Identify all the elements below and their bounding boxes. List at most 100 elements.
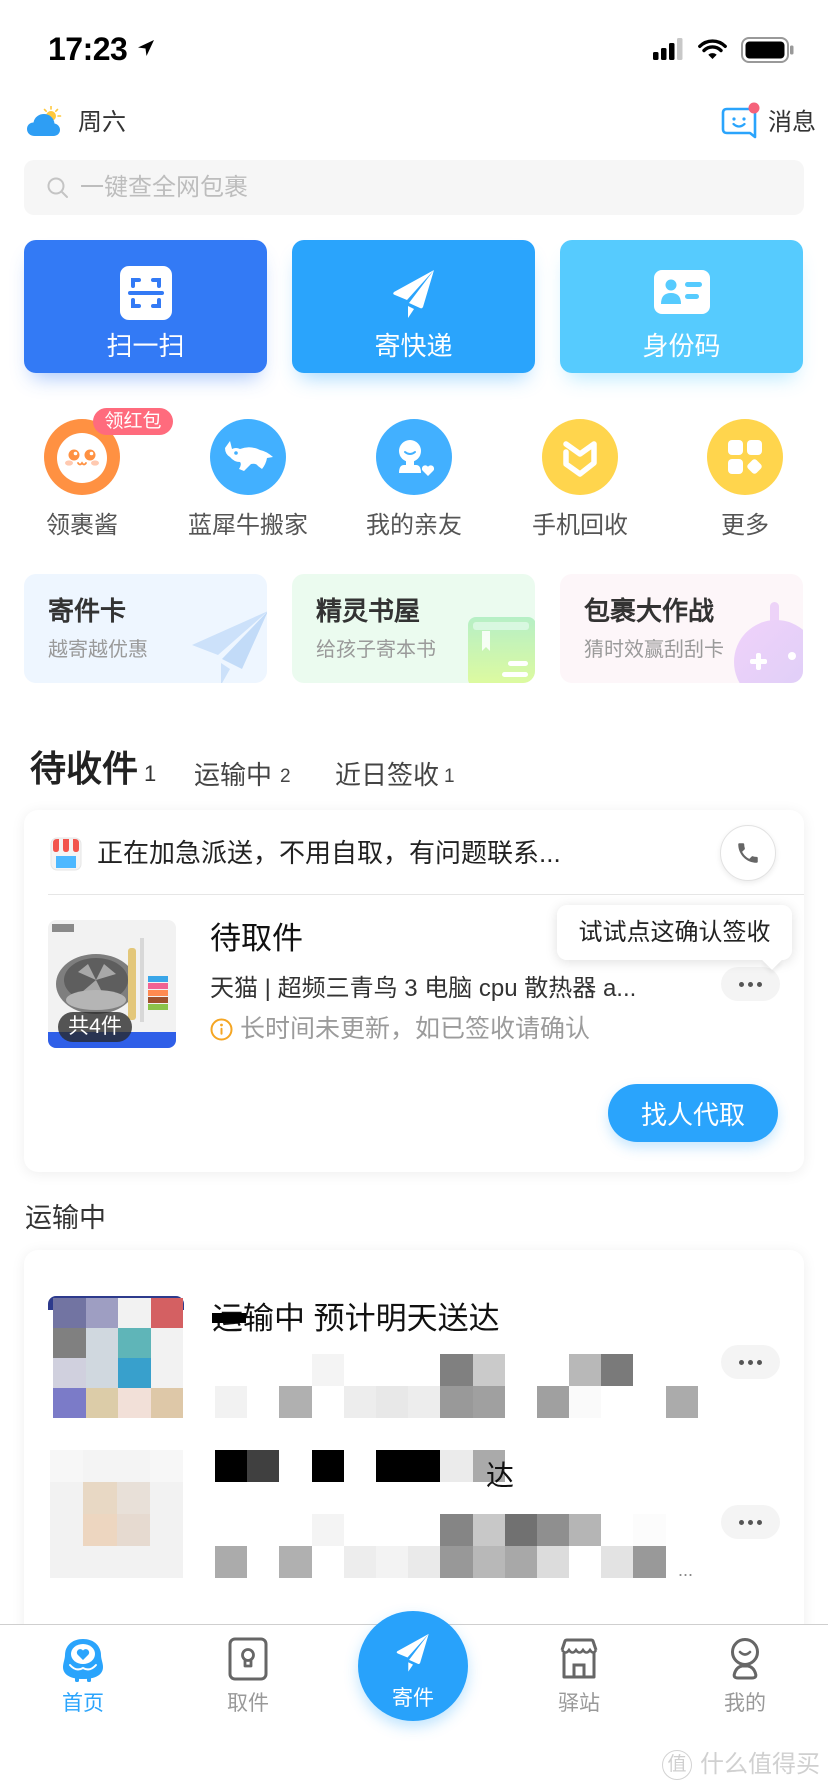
product-title[interactable]: 天猫 | 超频三青鸟 3 电脑 cpu 散热器 a... <box>210 973 636 1005</box>
dot-icon <box>757 1519 762 1525</box>
mosaic-cell <box>440 1514 473 1546</box>
service-rhino-moving[interactable]: 蓝犀牛搬家 <box>173 419 323 544</box>
more-options-button[interactable] <box>721 967 780 1001</box>
mosaic-cell <box>116 1514 150 1546</box>
mosaic-cell <box>116 1546 150 1578</box>
promo-shipping-card[interactable]: 寄件卡 越寄越优惠 <box>24 574 267 683</box>
pending-package-card[interactable]: 正在加急派送，不用自取，有问题联系... 共4件 待取件 天猫 | 超频三青鸟 … <box>24 810 804 1172</box>
tab-in-transit[interactable]: 运输中 <box>194 760 272 790</box>
service-mascot[interactable]: 领裹酱 <box>7 419 157 544</box>
tab-recently-signed[interactable]: 近日签收 <box>335 760 439 790</box>
mosaic-cell <box>53 1298 86 1328</box>
mosaic-cell <box>344 1354 376 1386</box>
rhino-icon <box>210 419 286 495</box>
mosaic-cell <box>472 1514 505 1546</box>
package-status-tail: 达 <box>486 1460 515 1491</box>
search-icon <box>46 176 70 200</box>
mosaic-cell <box>375 1450 409 1482</box>
package-status: 待取件 <box>210 921 303 956</box>
nav-station[interactable]: 驿站 <box>529 1637 629 1721</box>
redaction-bar <box>212 1313 246 1323</box>
mosaic-cell <box>85 1298 118 1328</box>
book-icon <box>468 617 535 683</box>
nav-profile[interactable]: 我的 <box>695 1637 795 1721</box>
store-icon <box>50 837 82 871</box>
mosaic-cell <box>505 1386 537 1418</box>
mosaic-cell <box>504 1514 537 1546</box>
mosaic-cell <box>698 1386 730 1418</box>
mosaic-cell <box>311 1354 344 1386</box>
search-input[interactable] <box>80 160 780 215</box>
package-list-item[interactable]: 达 ... <box>24 1440 804 1590</box>
promo-package-battle[interactable]: 包裹大作战 猜时效赢刮刮卡 <box>560 574 803 683</box>
info-icon <box>210 1018 233 1041</box>
confirm-tooltip[interactable]: 试试点这确认签收 <box>557 905 792 970</box>
location-arrow-icon <box>136 38 156 58</box>
mosaic-cell <box>633 1386 665 1418</box>
item-count-badge: 共4件 <box>58 1012 132 1042</box>
mosaic-cell <box>149 1450 183 1482</box>
mosaic-cell <box>118 1328 151 1358</box>
nav-send-button[interactable]: 寄件 <box>358 1611 468 1721</box>
mosaic-cell <box>311 1450 344 1482</box>
more-options-button[interactable] <box>721 1505 780 1539</box>
mosaic-cell <box>312 1546 344 1578</box>
mosaic-cell <box>83 1546 117 1578</box>
service-my-friends[interactable]: 我的亲友 <box>339 419 489 544</box>
id-code-button[interactable]: 身份码 <box>560 240 803 373</box>
delivery-notice: 正在加急派送，不用自取，有问题联系... <box>97 838 561 868</box>
wifi-icon <box>697 38 728 60</box>
partly-cloudy-icon <box>26 106 62 138</box>
dot-icon <box>739 1359 744 1365</box>
service-phone-recycle[interactable]: 手机回收 <box>505 419 655 544</box>
promo-title: 包裹大作战 <box>584 596 715 626</box>
service-more[interactable]: 更多 <box>670 419 820 544</box>
package-list-item[interactable]: 运输中 预计明天送达 <box>24 1280 804 1425</box>
scan-button[interactable]: 扫一扫 <box>24 240 267 373</box>
messages-label: 消息 <box>768 109 816 136</box>
mosaic-cell <box>279 1354 311 1386</box>
nav-label: 我的 <box>724 1692 766 1715</box>
dot-icon <box>757 1359 762 1365</box>
watermark-text: 什么值得买 <box>700 1751 820 1778</box>
redacted-product-image <box>53 1298 183 1418</box>
scan-label: 扫一扫 <box>106 331 185 361</box>
send-express-button[interactable]: 寄快递 <box>292 240 535 373</box>
more-options-button[interactable] <box>721 1345 780 1379</box>
service-label: 我的亲友 <box>366 512 462 539</box>
nav-home[interactable]: 首页 <box>33 1637 133 1721</box>
product-image[interactable]: 共4件 <box>48 920 176 1048</box>
mosaic-cell <box>279 1514 311 1546</box>
mosaic-cell <box>50 1514 84 1546</box>
service-label: 领裹酱 <box>46 512 118 539</box>
mosaic-cell <box>116 1482 150 1514</box>
tab-pending[interactable]: 待收件 <box>30 748 138 790</box>
mosaic-cell <box>247 1514 279 1546</box>
mosaic-cell <box>279 1546 312 1578</box>
search-bar[interactable] <box>24 160 804 215</box>
nav-pickup[interactable]: 取件 <box>198 1637 298 1721</box>
mosaic-cell <box>633 1514 666 1546</box>
paper-plane-icon <box>386 266 442 320</box>
red-packet-badge: 领红包 <box>93 408 173 435</box>
mosaic-cell <box>376 1514 408 1546</box>
mosaic-cell <box>665 1386 698 1418</box>
mosaic-cell <box>247 1354 279 1386</box>
mosaic-cell <box>85 1358 118 1388</box>
mosaic-cell <box>408 1450 441 1482</box>
find-proxy-pickup-button[interactable]: 找人代取 <box>608 1084 778 1142</box>
mosaic-cell <box>343 1386 376 1418</box>
weekday-label: 周六 <box>78 109 126 136</box>
mosaic-cell <box>150 1388 183 1418</box>
mosaic-cell <box>83 1450 117 1482</box>
nav-label: 寄件 <box>392 1687 434 1710</box>
promo-book-house[interactable]: 精灵书屋 给孩子寄本书 <box>292 574 535 683</box>
send-express-label: 寄快递 <box>374 331 453 361</box>
call-button[interactable] <box>720 825 776 881</box>
mosaic-cell <box>536 1386 570 1418</box>
mosaic-cell <box>150 1328 183 1358</box>
mosaic-cell <box>118 1388 151 1418</box>
mosaic-cell <box>537 1354 569 1386</box>
status-time: 17:23 <box>48 31 128 67</box>
service-label: 蓝犀牛搬家 <box>188 512 308 539</box>
